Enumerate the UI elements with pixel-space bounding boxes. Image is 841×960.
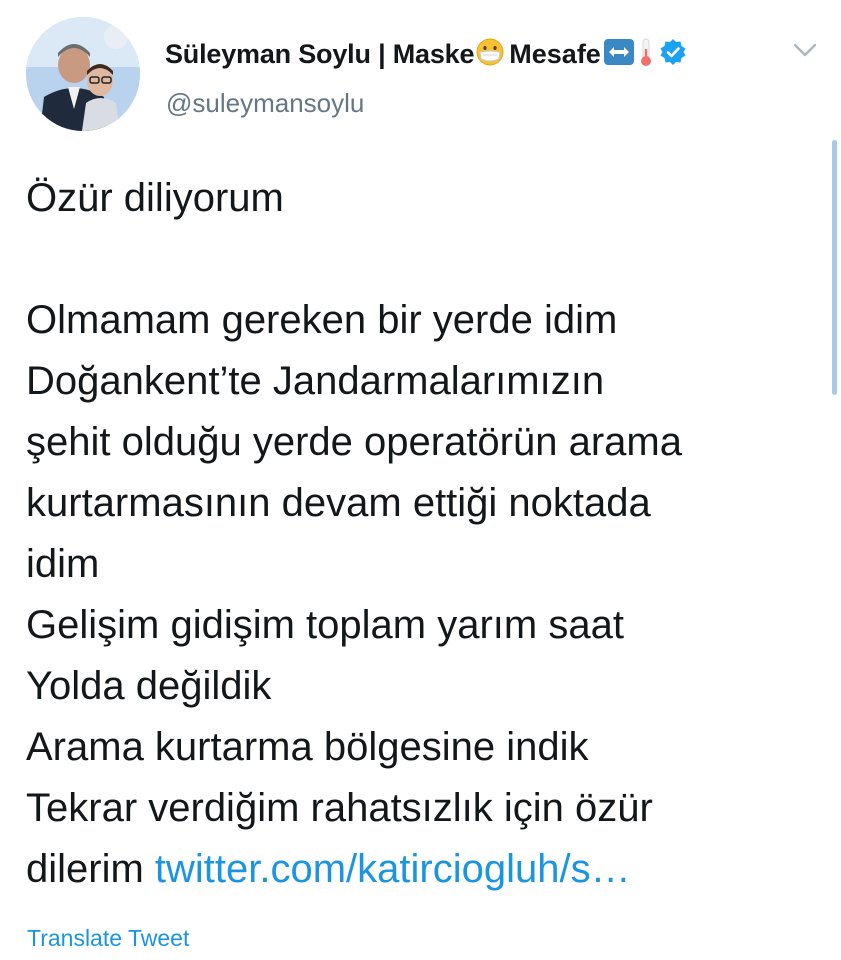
author-handle[interactable]: @suleymansoylu [166,88,364,119]
tweet-text-line: kurtarmasının devam ettiği noktada [26,481,651,525]
author-name-row[interactable]: Süleyman Soylu | Maske Mesafe [165,35,687,73]
verified-badge-icon [659,38,687,71]
avatar-image [26,17,140,131]
tweet-text-line: şehit olduğu yerde operatörün arama [26,420,682,464]
tweet-body: Özür diliyorum Olmamam gereken bir yerde… [26,168,816,900]
tweet-text-line: Özür diliyorum [26,176,284,220]
face-with-medical-mask-icon [475,37,505,72]
tweet-text-line: Doğankent’te Jandarmalarımızın [26,359,605,403]
avatar[interactable] [26,17,140,131]
left-right-arrow-icon [603,38,635,71]
tweet-text-line: idim [26,542,100,586]
scrollbar[interactable] [832,140,837,395]
author-display-name-suffix[interactable]: Mesafe [509,39,601,70]
chevron-down-icon[interactable] [792,40,818,60]
thermometer-icon [639,37,653,72]
tweet-text-last-line-text: dilerim [26,847,155,891]
tweet-link[interactable]: twitter.com/katirciogluh/s… [155,847,631,891]
tweet-text-line: Gelişim gidişim toplam yarım saat [26,603,624,647]
tweet-text-line: Tekrar verdiğim rahatsızlık için özür [26,786,653,830]
tweet-text-line: Yolda değildik [26,664,272,708]
tweet-text-line: Olmamam gereken bir yerde idim [26,298,618,342]
author-display-name[interactable]: Süleyman Soylu | Maske [165,39,474,70]
translate-tweet-link[interactable]: Translate Tweet [27,925,189,952]
tweet-text-last-line: dilerim twitter.com/katirciogluh/s… [26,839,816,900]
tweet-text-line: Arama kurtarma bölgesine indik [26,725,589,769]
